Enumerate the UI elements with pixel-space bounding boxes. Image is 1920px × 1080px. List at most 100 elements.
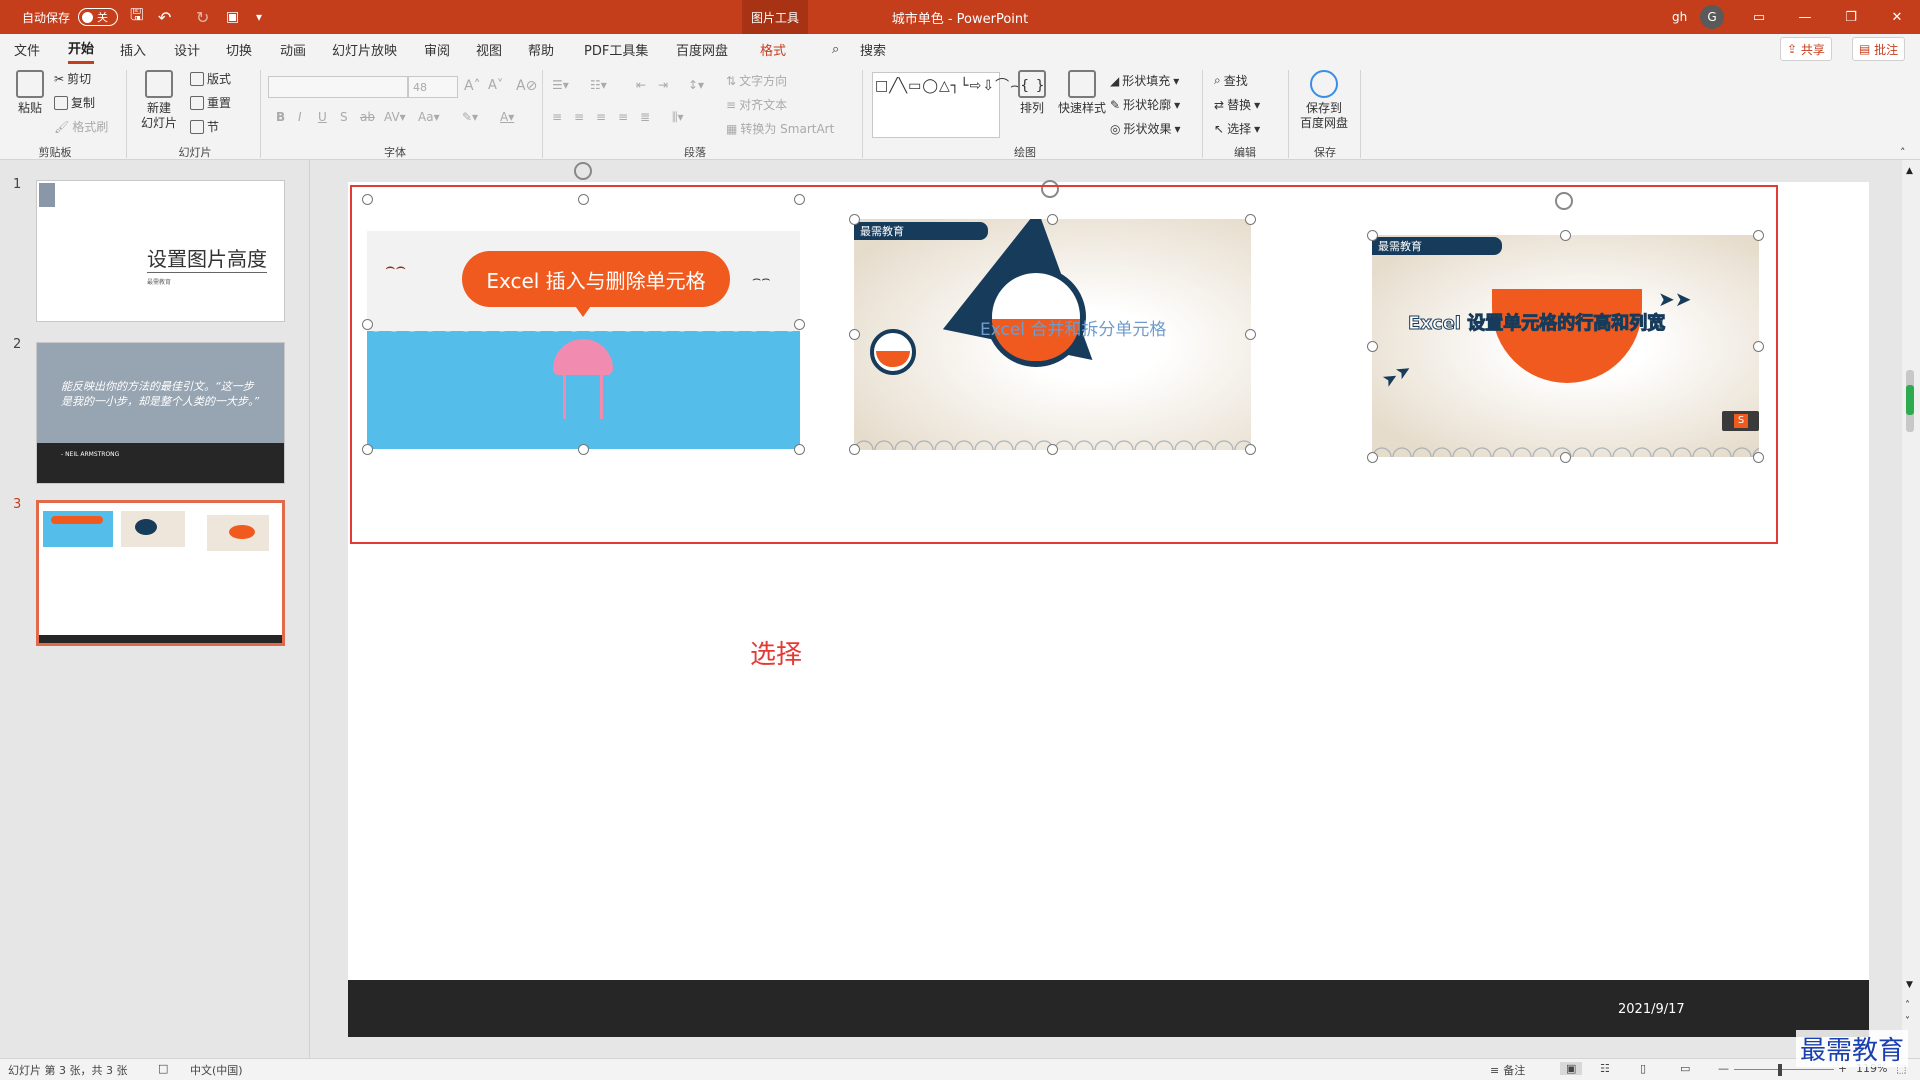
align-center-icon[interactable]: ≡ <box>574 110 584 124</box>
avatar[interactable]: G <box>1700 0 1724 34</box>
quick-styles-button[interactable]: 快速样式 <box>1056 70 1108 116</box>
prev-slide-icon[interactable]: ˄ <box>1905 1000 1910 1011</box>
align-left-icon[interactable]: ≡ <box>552 110 562 124</box>
new-slide-button[interactable]: 新建 幻灯片 <box>134 70 184 131</box>
clipboard-group-label: 剪贴板 <box>38 146 72 159</box>
scroll-down-icon[interactable]: ▼ <box>1906 980 1913 990</box>
slide-thumbnail-1[interactable]: 设置图片高度 最需教育 <box>36 180 285 322</box>
bullets-icon[interactable]: ☰▾ <box>552 78 569 92</box>
tab-format[interactable]: 格式 <box>760 34 786 64</box>
comment-icon: ▤ <box>1859 42 1875 56</box>
reading-view-icon[interactable]: ▯ <box>1640 1062 1646 1075</box>
paste-button[interactable]: 粘贴 <box>10 70 50 116</box>
scroll-up-icon[interactable]: ▲ <box>1906 166 1913 176</box>
search-icon[interactable]: ⌕ <box>832 34 839 64</box>
tab-file[interactable]: 文件 <box>14 34 40 64</box>
annotation-label: 选择 <box>750 640 803 670</box>
tab-review[interactable]: 审阅 <box>424 34 450 64</box>
copy-button[interactable]: 复制 <box>54 94 95 111</box>
replace-button[interactable]: ⇄ 替换 ▾ <box>1214 96 1260 113</box>
underline-icon[interactable]: U <box>318 110 327 124</box>
shadow-icon[interactable]: S <box>340 110 348 124</box>
smartart-button[interactable]: ▦ 转换为 SmartArt <box>726 120 834 137</box>
zoom-out-icon[interactable]: — <box>1718 1062 1729 1075</box>
tab-help[interactable]: 帮助 <box>528 34 554 64</box>
align-text-button[interactable]: ≡ 对齐文本 <box>726 96 787 113</box>
arrange-button[interactable]: 排列 <box>1012 70 1052 116</box>
minimize-icon[interactable]: — <box>1782 0 1828 34</box>
italic-icon[interactable]: I <box>298 110 302 124</box>
restore-icon[interactable]: ❐ <box>1828 0 1874 34</box>
bold-icon[interactable]: B <box>276 110 285 124</box>
smartart-icon: ▦ <box>726 121 738 136</box>
cut-button[interactable]: ✂ 剪切 <box>54 70 91 87</box>
user-name[interactable]: gh <box>1672 0 1687 34</box>
line-spacing-icon[interactable]: ↕▾ <box>688 78 704 92</box>
slide-canvas[interactable]: Excel 插入与删除单元格 ⌢⌢ ⌢⌢ 最需教育 Excel 合并和拆分单元格… <box>348 162 1869 1037</box>
thumb-quote: 能反映出你的方法的最佳引文。“这一步是我的一小步，却是整个人类的一大步。” <box>61 380 260 408</box>
tab-baidu-netdisk[interactable]: 百度网盘 <box>676 34 728 64</box>
tab-home[interactable]: 开始 <box>68 34 95 64</box>
slide-sorter-icon[interactable]: ☷ <box>1600 1062 1610 1075</box>
shape-effects-button[interactable]: ◎ 形状效果 ▾ <box>1110 120 1181 137</box>
tab-design[interactable]: 设计 <box>174 34 200 64</box>
text-direction-button[interactable]: ⇅ 文字方向 <box>726 72 787 89</box>
font-group-label: 字体 <box>384 146 406 159</box>
font-color-icon[interactable]: A▾ <box>500 110 514 124</box>
shrink-font-icon[interactable]: A˅ <box>488 78 503 93</box>
align-right-icon[interactable]: ≡ <box>596 110 606 124</box>
find-button[interactable]: ⌕ 查找 <box>1214 72 1248 89</box>
change-case-icon[interactable]: Aa▾ <box>418 110 440 124</box>
spacing-icon[interactable]: AV▾ <box>384 110 406 124</box>
language-indicator[interactable]: 中文(中国) <box>190 1062 243 1078</box>
grow-font-icon[interactable]: A˄ <box>464 78 481 94</box>
select-button[interactable]: ↖ 选择 ▾ <box>1214 120 1260 137</box>
strikethrough-icon[interactable]: ab <box>360 110 375 124</box>
close-icon[interactable]: ✕ <box>1874 0 1920 34</box>
share-button[interactable]: ⇪ 共享 <box>1780 37 1832 61</box>
ribbon-display-icon[interactable]: ▭ <box>1736 0 1782 34</box>
normal-view-icon[interactable]: ▣ <box>1560 1062 1583 1075</box>
clear-format-icon[interactable]: A⊘ <box>516 78 537 94</box>
rotate-handle[interactable] <box>574 162 592 180</box>
save-to-baidu-button[interactable]: 保存到 百度网盘 <box>1296 70 1352 131</box>
decrease-indent-icon[interactable]: ⇤ <box>636 78 646 92</box>
align-text-icon: ≡ <box>726 97 737 112</box>
notes-button[interactable]: ≡ 备注 <box>1490 1062 1525 1078</box>
search-box[interactable]: 搜索 <box>860 34 886 64</box>
distribute-icon[interactable]: ≣ <box>640 110 650 124</box>
slideshow-view-icon[interactable]: ▭ <box>1680 1062 1690 1075</box>
slide-thumbnail-3[interactable] <box>36 500 285 646</box>
layout-button[interactable]: 版式 <box>190 70 231 87</box>
numbering-icon[interactable]: ☷▾ <box>590 78 607 92</box>
format-painter-button[interactable]: 🖌 格式刷 <box>54 118 108 135</box>
tab-view[interactable]: 视图 <box>476 34 502 64</box>
zoom-slider-thumb[interactable] <box>1778 1064 1782 1076</box>
tab-slideshow[interactable]: 幻灯片放映 <box>332 34 397 64</box>
highlight-icon[interactable]: ✎▾ <box>462 110 478 124</box>
columns-icon[interactable]: ⫼▾ <box>672 110 684 125</box>
shape-fill-button[interactable]: ◢ 形状填充 ▾ <box>1110 72 1179 89</box>
comments-button[interactable]: ▤ 批注 <box>1852 37 1906 61</box>
shapes-gallery[interactable]: □╱╲▭◯△┐└⇨⇩⌒⌢{ } <box>872 72 1045 138</box>
tab-pdf-tools[interactable]: PDF工具集 <box>584 34 648 64</box>
tab-transitions[interactable]: 切换 <box>226 34 252 64</box>
font-size-combo[interactable]: 48 <box>408 76 458 98</box>
collapse-ribbon-icon[interactable]: ˄ <box>1900 146 1906 159</box>
replace-icon: ⇄ <box>1214 97 1225 112</box>
accessibility-icon[interactable]: □ <box>158 1062 168 1075</box>
section-button[interactable]: 节 <box>190 118 219 135</box>
title-bar: 自动保存 关 🖫 ↶ ↻ ▣ ▾ 图片工具 城市单色 - PowerPoint … <box>0 0 1920 34</box>
zoom-slider[interactable] <box>1734 1069 1834 1070</box>
slide-thumbnail-2[interactable]: 能反映出你的方法的最佳引文。“这一步是我的一小步，却是整个人类的一大步。” - … <box>36 342 285 484</box>
next-slide-icon[interactable]: ˅ <box>1905 1016 1910 1027</box>
increase-indent-icon[interactable]: ⇥ <box>658 78 668 92</box>
thumb-title: 设置图片高度 <box>147 243 267 273</box>
font-family-combo[interactable] <box>268 76 408 98</box>
shape-outline-button[interactable]: ✎ 形状轮廓 ▾ <box>1110 96 1180 113</box>
tab-insert[interactable]: 插入 <box>120 34 146 64</box>
tab-animations[interactable]: 动画 <box>280 34 306 64</box>
vertical-scrollbar[interactable]: ▲ ▼ ˄ ˅ <box>1902 160 1920 1058</box>
justify-icon[interactable]: ≡ <box>618 110 628 124</box>
reset-button[interactable]: 重置 <box>190 94 231 111</box>
